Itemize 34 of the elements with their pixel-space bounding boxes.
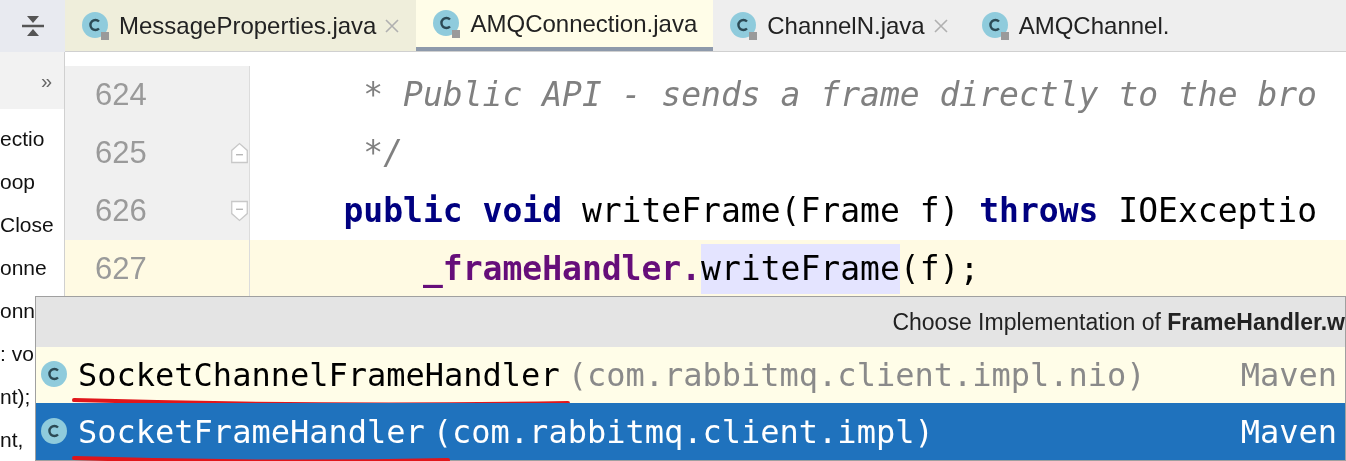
sidebar-item[interactable]: oop: [0, 160, 64, 203]
class-icon: [432, 8, 463, 39]
editor-tab[interactable]: MessageProperties.java: [65, 0, 417, 51]
sidebar-item[interactable]: ectio: [0, 117, 64, 160]
class-icon: [729, 10, 760, 41]
package-name: (com.rabbitmq.client.impl): [432, 411, 934, 453]
source-label: Maven: [1240, 411, 1337, 453]
close-icon[interactable]: [384, 17, 401, 34]
sidebar-item[interactable]: Close: [0, 203, 64, 246]
fold-icon[interactable]: [230, 140, 249, 166]
line-number: 627: [65, 240, 230, 298]
editor-tab[interactable]: AMQConnection.java: [416, 0, 714, 51]
expand-toggle[interactable]: »: [0, 52, 64, 109]
tab-label: ChannelN.java: [767, 10, 925, 41]
tab-label: AMQChannel.: [1018, 10, 1170, 41]
fold-icon[interactable]: [230, 198, 249, 224]
class-name: SocketChannelFrameHandler: [78, 355, 560, 396]
popup-title: Choose Implementation of FrameHandler.w: [892, 307, 1345, 337]
source-label: Maven: [1240, 355, 1337, 396]
package-name: (com.rabbitmq.client.impl.nio): [567, 355, 1146, 396]
class-icon: [980, 10, 1011, 41]
class-icon: [81, 10, 111, 41]
sidebar-item[interactable]: onne: [0, 246, 64, 289]
line-number: 625: [65, 124, 230, 182]
class-name: SocketFrameHandler: [78, 411, 425, 453]
close-icon[interactable]: [932, 17, 949, 34]
tab-label: AMQConnection.java: [470, 8, 698, 39]
class-icon: [40, 360, 70, 390]
collapse-icon[interactable]: [19, 14, 46, 38]
class-icon: [40, 416, 70, 447]
tab-label: MessageProperties.java: [119, 10, 377, 41]
line-number: 626: [65, 182, 230, 240]
implementation-item[interactable]: SocketFrameHandler (com.rabbitmq.client.impl) Maven: [36, 403, 1345, 460]
line-number: 624: [65, 66, 230, 124]
